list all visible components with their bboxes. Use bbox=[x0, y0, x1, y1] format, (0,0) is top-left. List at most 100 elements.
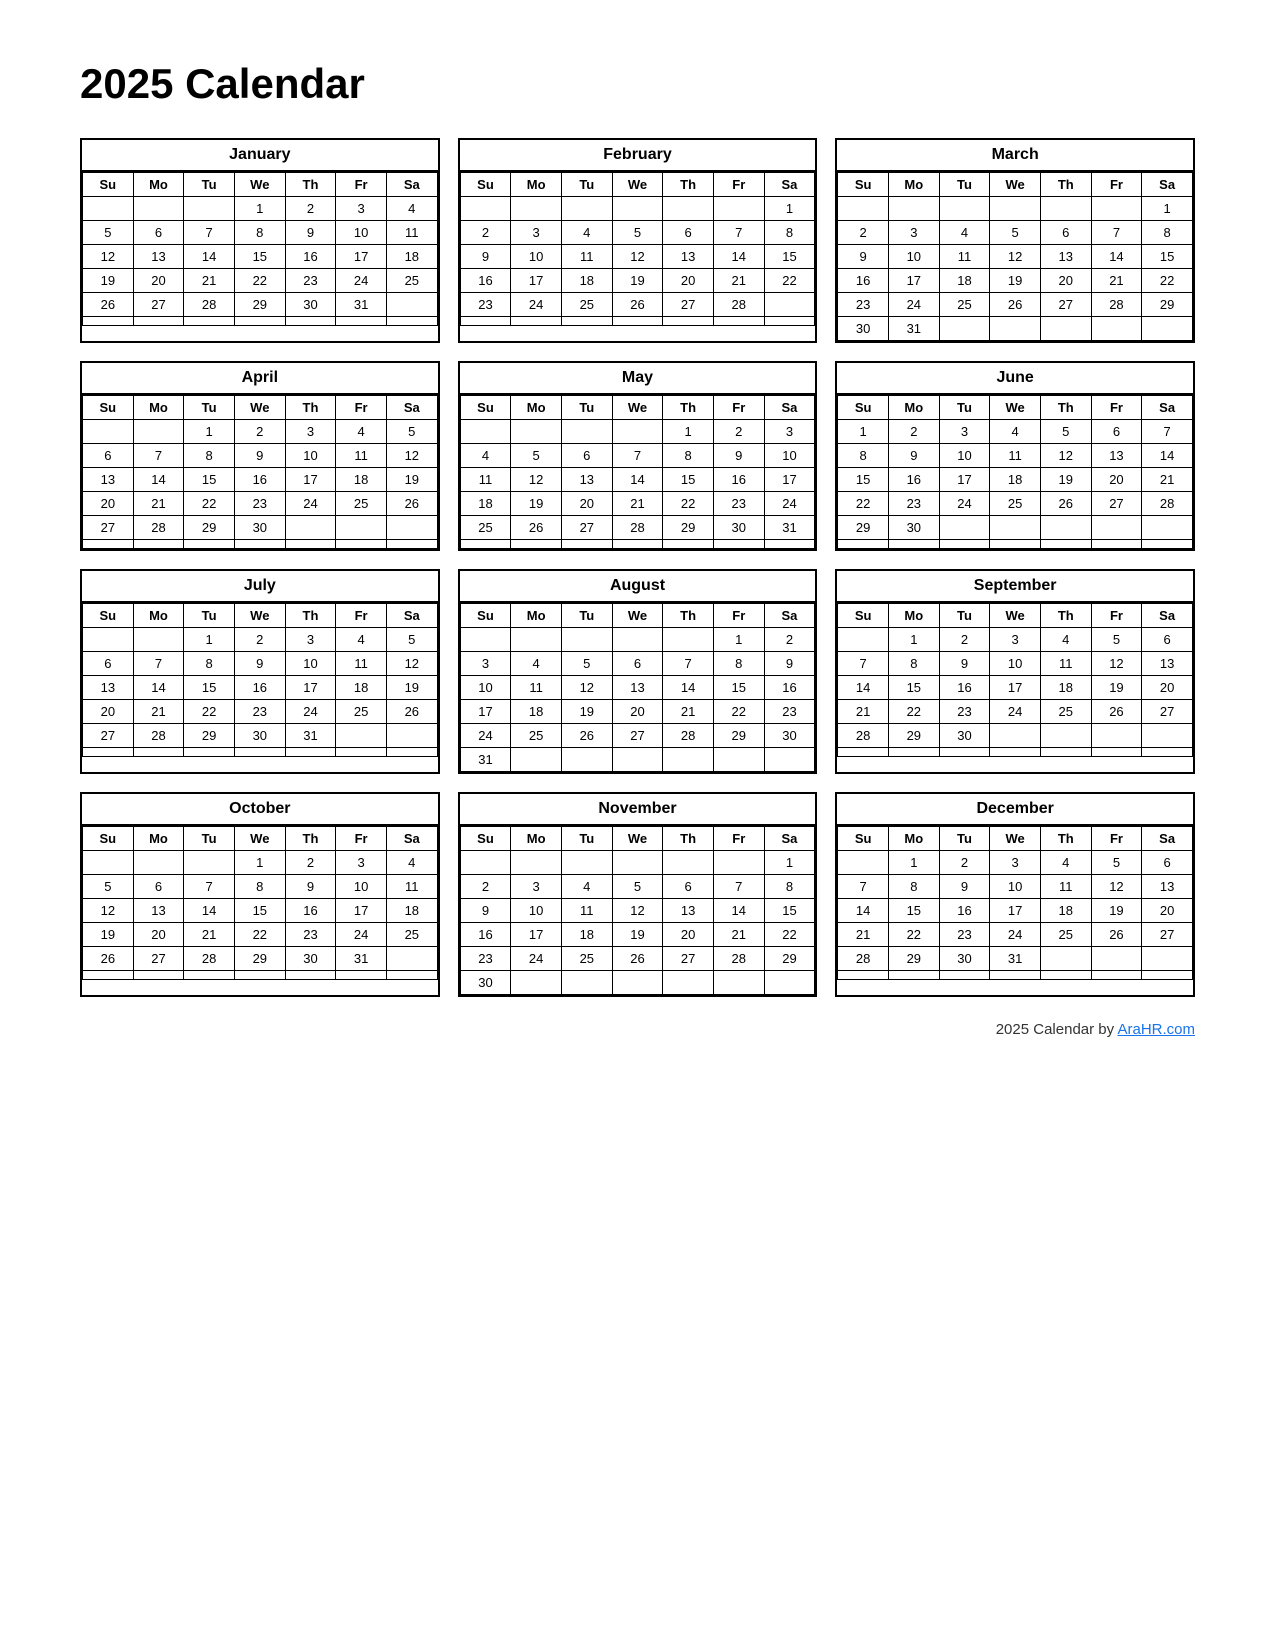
day-cell: 21 bbox=[838, 700, 889, 724]
day-cell bbox=[561, 971, 612, 995]
day-cell bbox=[1040, 971, 1091, 980]
day-header: Fr bbox=[336, 604, 387, 628]
table-row: 14151617181920 bbox=[838, 899, 1193, 923]
day-cell bbox=[386, 724, 437, 748]
day-cell: 10 bbox=[888, 245, 939, 269]
day-cell: 17 bbox=[336, 245, 387, 269]
day-cell: 20 bbox=[133, 923, 184, 947]
day-cell: 20 bbox=[1142, 899, 1193, 923]
day-cell: 17 bbox=[990, 899, 1041, 923]
day-cell: 28 bbox=[663, 724, 714, 748]
day-cell bbox=[990, 748, 1041, 757]
footer: 2025 Calendar by AraHR.com bbox=[80, 1021, 1195, 1038]
day-cell: 18 bbox=[561, 269, 612, 293]
day-cell bbox=[1091, 516, 1142, 540]
table-row: 262728293031 bbox=[83, 947, 438, 971]
day-header: Sa bbox=[1142, 604, 1193, 628]
day-cell: 23 bbox=[460, 947, 511, 971]
day-cell: 6 bbox=[1091, 420, 1142, 444]
day-cell: 7 bbox=[612, 444, 663, 468]
day-cell: 19 bbox=[83, 923, 134, 947]
day-cell bbox=[460, 540, 511, 549]
day-cell: 13 bbox=[133, 245, 184, 269]
table-row: 123456 bbox=[838, 851, 1193, 875]
day-cell: 1 bbox=[888, 851, 939, 875]
day-cell: 30 bbox=[838, 317, 889, 341]
day-cell bbox=[386, 748, 437, 757]
day-header: Sa bbox=[386, 827, 437, 851]
day-cell: 1 bbox=[184, 420, 235, 444]
day-cell: 25 bbox=[939, 293, 990, 317]
day-cell bbox=[939, 197, 990, 221]
day-cell: 4 bbox=[939, 221, 990, 245]
day-cell: 1 bbox=[234, 851, 285, 875]
table-row: 23242526272829 bbox=[460, 947, 815, 971]
day-cell: 17 bbox=[888, 269, 939, 293]
day-cell: 8 bbox=[888, 875, 939, 899]
day-cell: 29 bbox=[184, 724, 235, 748]
day-cell: 22 bbox=[888, 700, 939, 724]
day-cell: 20 bbox=[612, 700, 663, 724]
day-header: Su bbox=[838, 604, 889, 628]
day-cell: 1 bbox=[764, 851, 815, 875]
day-cell: 18 bbox=[939, 269, 990, 293]
day-cell: 24 bbox=[511, 293, 562, 317]
day-cell: 22 bbox=[764, 923, 815, 947]
table-row: 12131415161718 bbox=[83, 245, 438, 269]
footer-link[interactable]: AraHR.com bbox=[1117, 1021, 1195, 1038]
day-cell: 19 bbox=[1091, 899, 1142, 923]
day-cell: 11 bbox=[386, 875, 437, 899]
day-header: We bbox=[234, 827, 285, 851]
day-cell: 24 bbox=[990, 923, 1041, 947]
day-cell: 30 bbox=[713, 516, 764, 540]
day-cell: 16 bbox=[888, 468, 939, 492]
day-cell: 3 bbox=[939, 420, 990, 444]
day-cell: 2 bbox=[285, 851, 336, 875]
month-november: NovemberSuMoTuWeThFrSa123456789101112131… bbox=[458, 792, 818, 997]
day-header: Tu bbox=[939, 827, 990, 851]
month-table: SuMoTuWeThFrSa12345678910111213141516171… bbox=[837, 172, 1193, 341]
month-title: December bbox=[837, 794, 1193, 826]
day-cell: 15 bbox=[234, 245, 285, 269]
day-cell bbox=[184, 851, 235, 875]
day-cell: 24 bbox=[336, 923, 387, 947]
day-cell bbox=[1142, 540, 1193, 549]
day-cell bbox=[612, 420, 663, 444]
day-cell bbox=[133, 197, 184, 221]
day-cell: 6 bbox=[133, 221, 184, 245]
day-cell bbox=[386, 516, 437, 540]
day-cell bbox=[838, 628, 889, 652]
day-cell: 1 bbox=[184, 628, 235, 652]
day-header: Mo bbox=[511, 604, 562, 628]
day-cell bbox=[511, 971, 562, 995]
day-cell bbox=[1091, 748, 1142, 757]
table-row: 2345678 bbox=[460, 875, 815, 899]
day-cell bbox=[386, 317, 437, 326]
table-row: 21222324252627 bbox=[838, 923, 1193, 947]
day-cell bbox=[460, 851, 511, 875]
day-cell: 7 bbox=[184, 875, 235, 899]
day-header: Su bbox=[838, 173, 889, 197]
day-cell bbox=[511, 197, 562, 221]
table-row: 78910111213 bbox=[838, 652, 1193, 676]
day-cell: 13 bbox=[663, 245, 714, 269]
day-cell: 7 bbox=[713, 221, 764, 245]
day-cell: 28 bbox=[133, 516, 184, 540]
day-cell: 23 bbox=[764, 700, 815, 724]
table-row: 13141516171819 bbox=[83, 468, 438, 492]
day-cell: 15 bbox=[764, 245, 815, 269]
table-row: 19202122232425 bbox=[83, 269, 438, 293]
day-cell: 15 bbox=[184, 468, 235, 492]
day-header: Mo bbox=[133, 827, 184, 851]
day-cell: 22 bbox=[234, 269, 285, 293]
day-cell: 22 bbox=[838, 492, 889, 516]
day-cell: 9 bbox=[713, 444, 764, 468]
table-row: 30 bbox=[460, 971, 815, 995]
day-cell: 11 bbox=[561, 899, 612, 923]
day-cell: 5 bbox=[83, 221, 134, 245]
day-cell bbox=[561, 540, 612, 549]
day-header: Th bbox=[1040, 827, 1091, 851]
table-row: 28293031 bbox=[838, 947, 1193, 971]
table-row: 21222324252627 bbox=[838, 700, 1193, 724]
day-cell: 21 bbox=[133, 700, 184, 724]
